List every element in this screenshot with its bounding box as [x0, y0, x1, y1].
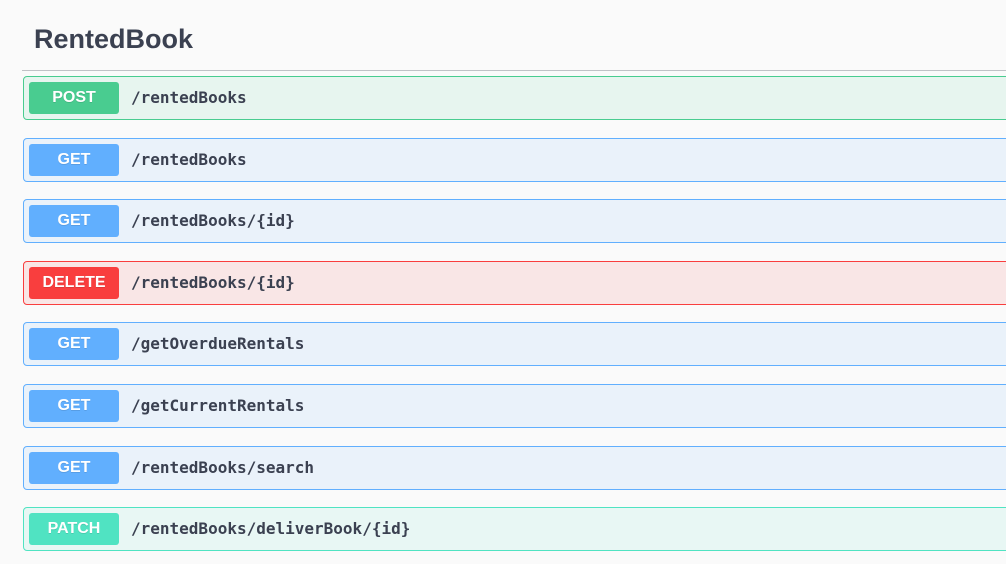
section-title: RentedBook [34, 24, 194, 54]
method-badge: DELETE [29, 267, 119, 299]
operation-get-rentedbooks-search[interactable]: GET /rentedBooks/search [23, 446, 1006, 490]
operation-path: /rentedBooks/deliverBook/{id} [131, 519, 411, 538]
method-badge: PATCH [29, 513, 119, 545]
method-badge: GET [29, 205, 119, 237]
section-header[interactable]: RentedBook [22, 0, 1006, 71]
method-badge: GET [29, 144, 119, 176]
operation-get-current-rentals[interactable]: GET /getCurrentRentals [23, 384, 1006, 428]
operation-path: /rentedBooks [131, 88, 247, 107]
method-badge: GET [29, 328, 119, 360]
operation-path: /rentedBooks/{id} [131, 211, 295, 230]
method-badge: POST [29, 82, 119, 114]
operation-post-rentedbooks[interactable]: POST /rentedBooks [23, 76, 1006, 120]
operation-patch-deliver-book[interactable]: PATCH /rentedBooks/deliverBook/{id} [23, 507, 1006, 551]
operation-path: /rentedBooks/search [131, 458, 315, 477]
method-badge: GET [29, 452, 119, 484]
api-section-rentedbook: RentedBook POST /rentedBooks GET /rented… [22, 0, 1006, 564]
operation-path: /getCurrentRentals [131, 396, 305, 415]
operation-path: /getOverdueRentals [131, 334, 305, 353]
operation-get-rentedbooks-id[interactable]: GET /rentedBooks/{id} [23, 199, 1006, 243]
operation-get-rentedbooks[interactable]: GET /rentedBooks [23, 138, 1006, 182]
method-badge: GET [29, 390, 119, 422]
operation-delete-rentedbooks-id[interactable]: DELETE /rentedBooks/{id} [23, 261, 1006, 305]
operation-path: /rentedBooks [131, 150, 247, 169]
operation-get-overdue-rentals[interactable]: GET /getOverdueRentals [23, 322, 1006, 366]
operation-path: /rentedBooks/{id} [131, 273, 295, 292]
